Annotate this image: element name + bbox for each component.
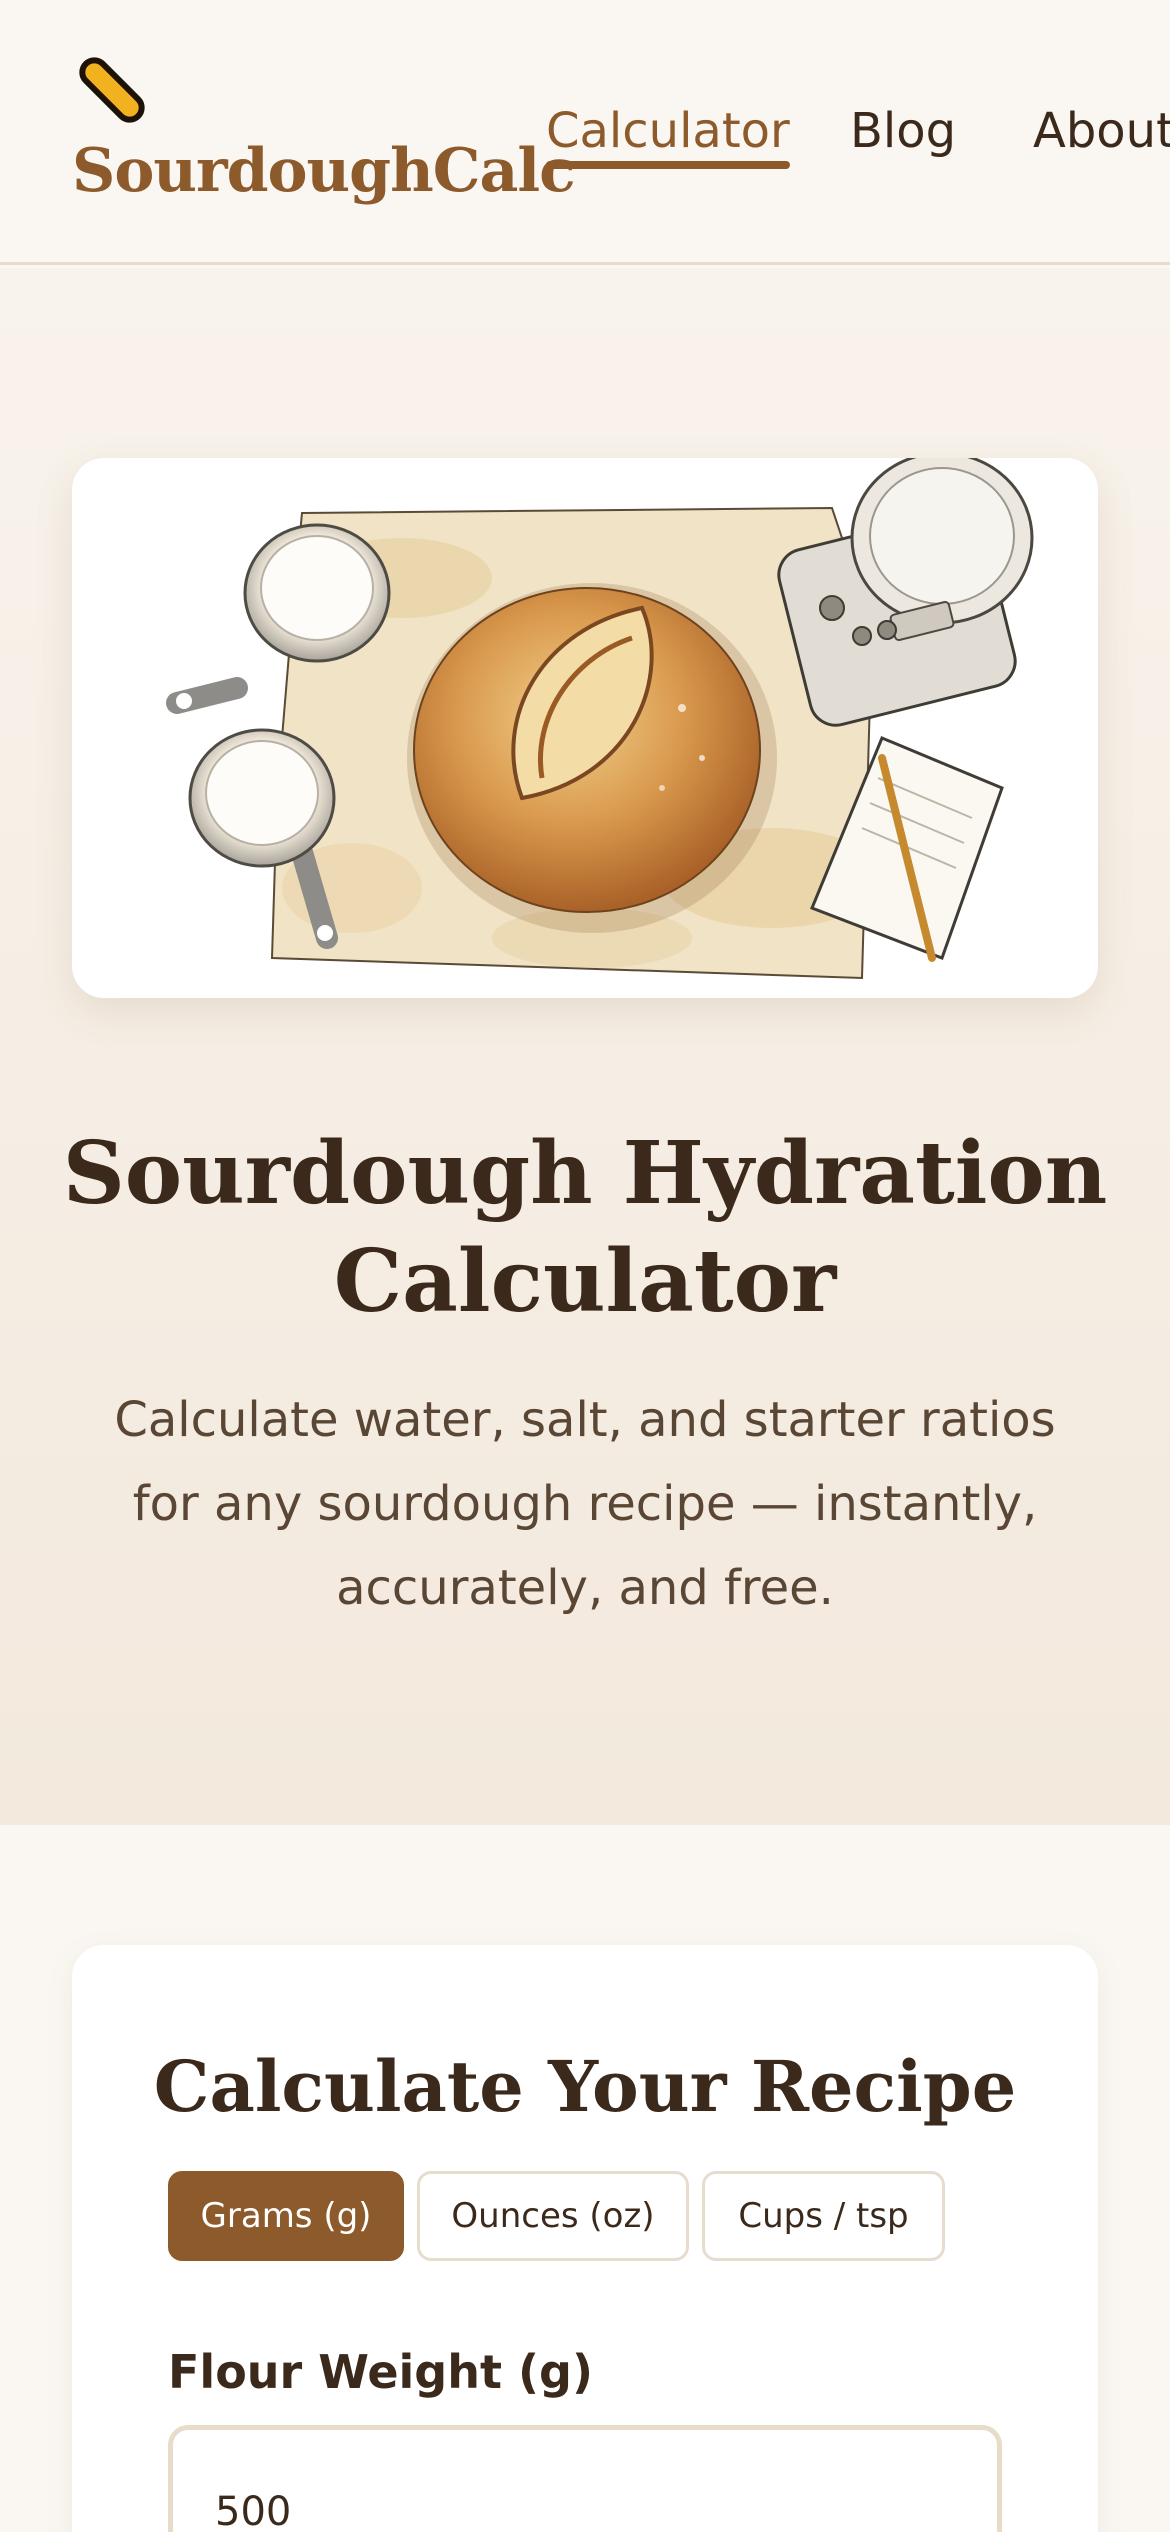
hero-section: Sourdough Hydration Calculator Calculate… — [0, 268, 1170, 1825]
kitchen-scale — [777, 458, 1034, 727]
flour-weight-input[interactable] — [168, 2425, 1002, 2532]
calculator-title: Calculate Your Recipe — [153, 2045, 1017, 2128]
hero-illustration — [166, 458, 1034, 980]
flour-weight-label: Flour Weight (g) — [168, 2345, 593, 2399]
unit-cups-button[interactable]: Cups / tsp — [702, 2171, 945, 2261]
site-header: SourdoughCalc Calculator Blog About — [0, 0, 1170, 265]
logo-text: SourdoughCalc — [72, 136, 576, 206]
hero-subtitle: Calculate water, salt, and starter ratio… — [114, 1392, 1056, 1616]
unit-ounces-button[interactable]: Ounces (oz) — [417, 2171, 689, 2261]
calculator-section: Calculate Your Recipe Grams (g) Ounces (… — [0, 1825, 1170, 2532]
nav-calculator[interactable]: Calculator — [546, 103, 790, 169]
sourdough-loaf — [407, 583, 777, 933]
nav-blog[interactable]: Blog — [850, 103, 956, 159]
calculator-card: Calculate Your Recipe Grams (g) Ounces (… — [72, 1945, 1098, 2532]
page-title: Sourdough Hydration Calculator — [62, 1123, 1108, 1332]
page: SourdoughCalc Calculator Blog About Sour… — [0, 0, 1170, 2532]
measuring-cup-bottom — [188, 728, 338, 949]
rolling-pin-icon — [79, 57, 145, 123]
hero-image-card — [72, 458, 1098, 998]
nav-about[interactable]: About — [1033, 103, 1170, 159]
unit-grams-button[interactable]: Grams (g) — [168, 2171, 404, 2261]
